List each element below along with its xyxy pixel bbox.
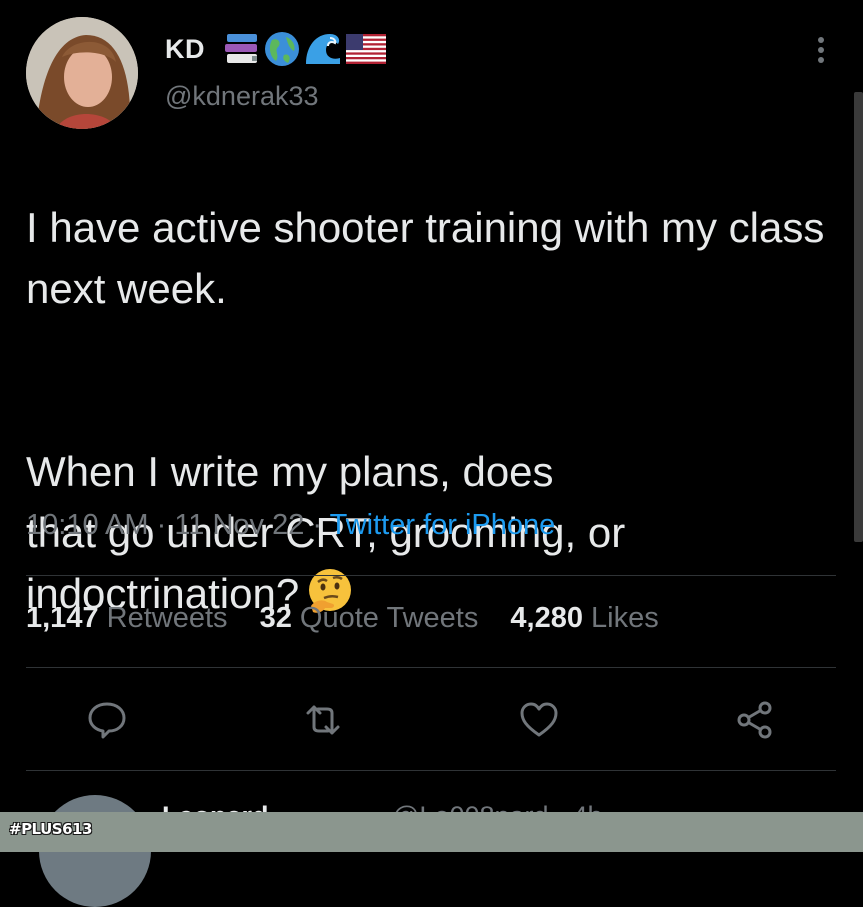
globe-icon bbox=[265, 32, 299, 66]
retweet-icon[interactable] bbox=[302, 699, 344, 741]
like-icon[interactable] bbox=[518, 699, 560, 741]
quotes-label: Quote Tweets bbox=[299, 602, 479, 634]
meta-separator: · bbox=[148, 509, 175, 541]
watermark-band: #PLUS613 bbox=[0, 812, 863, 852]
divider bbox=[26, 575, 836, 576]
likes-stat[interactable]: 4,280 Likes bbox=[510, 602, 658, 634]
user-handle[interactable]: @kdnerak33 bbox=[165, 81, 319, 112]
scrollbar[interactable] bbox=[854, 92, 863, 542]
avatar[interactable] bbox=[26, 17, 138, 129]
books-icon bbox=[225, 34, 257, 63]
tweet-time[interactable]: 10:10 AM bbox=[26, 509, 149, 541]
watermark-logo: #PLUS613 bbox=[9, 820, 92, 838]
share-icon[interactable] bbox=[734, 699, 776, 741]
likes-count: 4,280 bbox=[510, 602, 583, 634]
retweets-count: 1,147 bbox=[26, 602, 99, 634]
tweet-stats: 1,147 Retweets 32 Quote Tweets 4,280 Lik… bbox=[26, 602, 683, 635]
more-options-icon[interactable] bbox=[809, 34, 833, 68]
name-emojis bbox=[224, 31, 386, 67]
quotes-count: 32 bbox=[259, 602, 292, 634]
meta-separator: · bbox=[304, 509, 330, 541]
display-name[interactable]: KD bbox=[165, 34, 205, 65]
quotes-stat[interactable]: 32 Quote Tweets bbox=[260, 602, 479, 634]
retweets-stat[interactable]: 1,147 Retweets bbox=[26, 602, 228, 634]
retweets-label: Retweets bbox=[106, 602, 228, 634]
reply-icon[interactable] bbox=[86, 699, 128, 741]
tweet-date[interactable]: 11 Nov 22 bbox=[174, 509, 304, 541]
wave-icon bbox=[306, 34, 340, 64]
tweet-meta: 10:10 AM · 11 Nov 22 · Twitter for iPhon… bbox=[26, 509, 555, 542]
divider bbox=[26, 667, 836, 668]
us-flag-icon bbox=[346, 34, 386, 64]
likes-label: Likes bbox=[591, 602, 659, 634]
tweet-paragraph: I have active shooter training with my c… bbox=[26, 204, 825, 312]
tweet-source[interactable]: Twitter for iPhone bbox=[330, 509, 556, 541]
divider bbox=[26, 770, 836, 771]
avatar-photo bbox=[26, 17, 138, 129]
